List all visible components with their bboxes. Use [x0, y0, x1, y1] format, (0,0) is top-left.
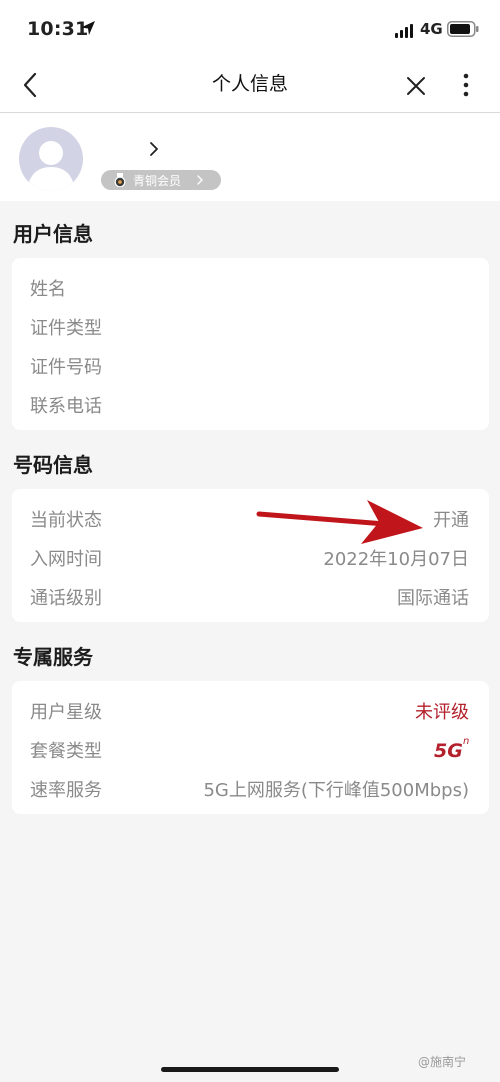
row-label: 姓名	[30, 279, 66, 300]
row-label: 速率服务	[30, 780, 102, 801]
close-icon[interactable]	[404, 74, 428, 98]
info-row: 速率服务 5G上网服务(下行峰值500Mbps)	[12, 772, 489, 802]
5g-logo-icon: 5G n	[434, 736, 469, 762]
svg-text:n: n	[463, 736, 469, 747]
chevron-right-icon[interactable]	[148, 141, 160, 157]
avatar[interactable]	[19, 127, 83, 191]
row-label: 联系电话	[30, 396, 102, 417]
row-label: 入网时间	[30, 549, 102, 570]
network-type: 4G	[420, 20, 443, 38]
exclusive-service-section-title: 专属服务	[13, 645, 93, 669]
row-label: 套餐类型	[30, 741, 102, 762]
status-bar: 10:31 4G	[0, 0, 500, 58]
info-row: 套餐类型 5G n	[12, 733, 489, 763]
member-level-label: 青铜会员	[133, 174, 182, 188]
info-row: 联系电话	[12, 388, 489, 418]
row-label: 用户星级	[30, 702, 102, 723]
info-row: 通话级别 国际通话	[12, 580, 489, 610]
default-user-icon	[27, 141, 75, 191]
medal-icon	[114, 173, 126, 187]
battery-icon	[447, 21, 479, 37]
user-info-card: 姓名 证件类型 证件号码 联系电话	[12, 258, 489, 430]
user-info-section-title: 用户信息	[13, 222, 93, 246]
location-arrow-icon	[81, 21, 95, 35]
signal-icon	[395, 24, 413, 38]
navigation-bar: 个人信息	[0, 58, 500, 113]
user-star-rating-value: 未评级	[415, 702, 469, 723]
row-value: 国际通话	[397, 588, 469, 609]
exclusive-service-card: 用户星级 未评级 套餐类型 5G n 速率服务 5G上网服务(下行峰值500Mb…	[12, 681, 489, 814]
number-info-section-title: 号码信息	[13, 453, 93, 477]
row-label: 通话级别	[30, 588, 102, 609]
info-row: 证件号码	[12, 349, 489, 379]
svg-text:5G: 5G	[434, 740, 463, 762]
watermark: @施南宁	[418, 1055, 467, 1069]
row-label: 证件类型	[30, 318, 102, 339]
member-level-badge[interactable]: 青铜会员	[101, 170, 221, 190]
chevron-right-icon	[197, 175, 203, 185]
annotation-arrow-icon	[256, 500, 423, 544]
more-options-icon[interactable]	[456, 70, 476, 100]
info-row: 用户星级 未评级	[12, 694, 489, 724]
info-row: 证件类型	[12, 310, 489, 340]
row-value: 5G上网服务(下行峰值500Mbps)	[203, 780, 469, 801]
row-value: 开通	[433, 510, 469, 531]
home-indicator	[161, 1067, 339, 1072]
row-label: 当前状态	[30, 510, 102, 531]
info-row: 姓名	[12, 271, 489, 301]
row-label: 证件号码	[30, 357, 102, 378]
profile-header[interactable]: 青铜会员	[0, 113, 500, 201]
